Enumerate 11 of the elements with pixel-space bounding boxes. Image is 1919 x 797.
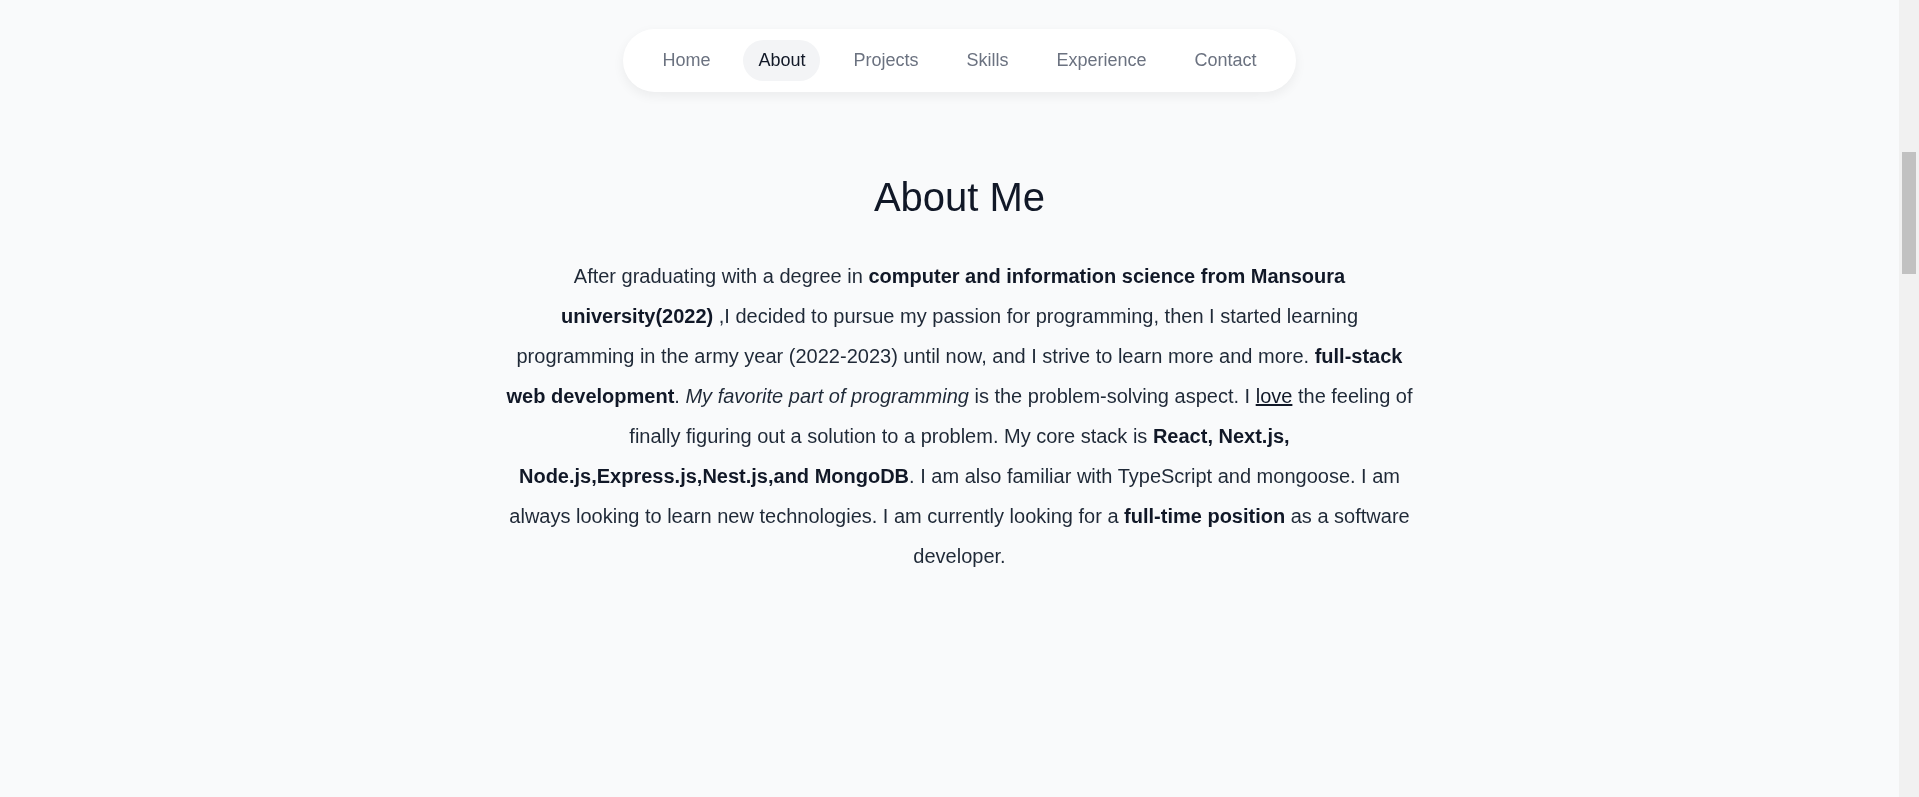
nav-link[interactable]: About — [743, 40, 821, 81]
nav-link[interactable]: Skills — [951, 40, 1024, 81]
nav-link[interactable]: Experience — [1041, 40, 1162, 81]
section-title: About Me — [873, 175, 1046, 220]
scrollbar[interactable] — [1899, 0, 1919, 797]
nav-link[interactable]: Projects — [838, 40, 934, 81]
nav-link[interactable]: Contact — [1179, 40, 1272, 81]
about-paragraph: After graduating with a degree in computer and information science from Mansoura university(2022) ,I decided to pursue my passion for programming, then I started learning programming in the army year (2022-2023) until now, and I strive to learn more and more. full-stack web development. My favorite part of programming is the problem-solving aspect. I love the feeling of finally figuring out a solution to a problem. My core stack is React, Next.js, Node.js,Express.js,Nest.js,and MongoDB. I am also familiar with TypeScript and mongoose. I am always looking to learn new technologies. I am currently looking for a full-time position as a software developer. — [505, 264, 1414, 569]
nav-link[interactable]: Home — [647, 40, 726, 81]
love-link[interactable]: love — [1255, 385, 1293, 407]
scrollbar-thumb[interactable] — [1902, 152, 1916, 274]
